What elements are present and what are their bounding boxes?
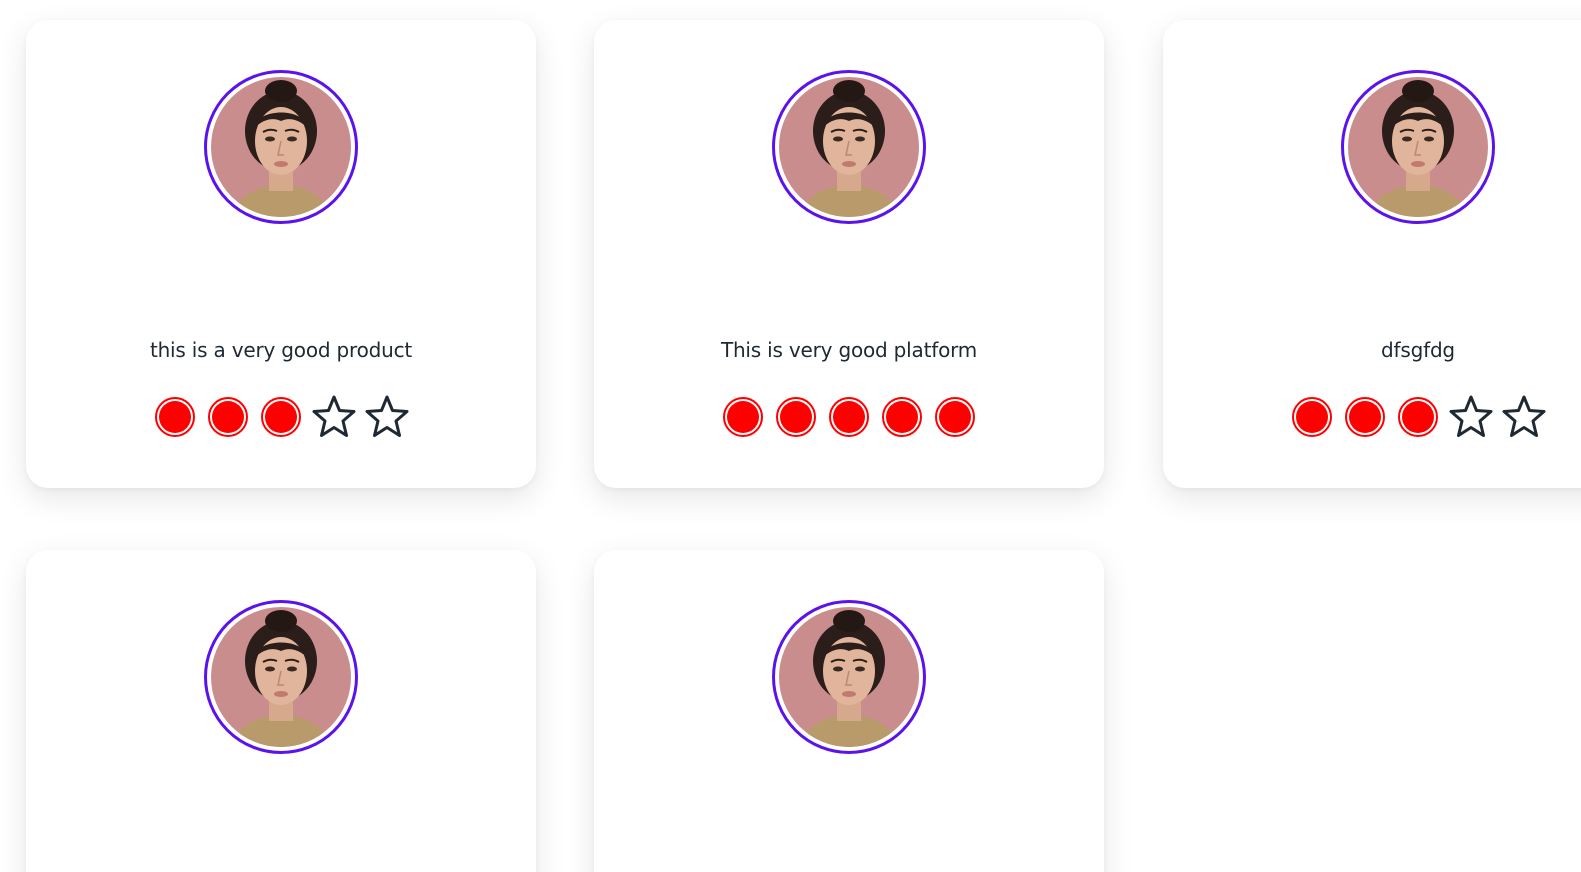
rating-filled-icon[interactable] (204, 392, 253, 442)
review-card (594, 550, 1104, 872)
rating-filled-icon[interactable] (825, 392, 874, 442)
star-outline-icon[interactable] (1500, 392, 1549, 442)
review-card (26, 550, 536, 872)
review-card: dfsgfdg (1163, 20, 1581, 488)
rating-filled-icon[interactable] (1288, 392, 1337, 442)
reviewer-avatar (204, 70, 358, 224)
star-outline-icon[interactable] (310, 392, 359, 442)
review-text: this is a very good product (149, 338, 413, 362)
rating-filled-icon[interactable] (1341, 392, 1390, 442)
rating-filled-icon[interactable] (931, 392, 980, 442)
reviewer-avatar (204, 600, 358, 754)
rating (594, 392, 1104, 442)
review-text: This is very good platform (720, 338, 978, 362)
reviewer-avatar (1341, 70, 1495, 224)
rating-filled-icon[interactable] (772, 392, 821, 442)
reviewer-avatar (772, 600, 926, 754)
star-outline-icon[interactable] (1447, 392, 1496, 442)
rating (1163, 392, 1581, 442)
reviews-page: this is a very good product This is very… (0, 0, 1581, 872)
review-text: dfsgfdg (1381, 338, 1455, 362)
review-card: This is very good platform (594, 20, 1104, 488)
rating-filled-icon[interactable] (878, 392, 927, 442)
star-outline-icon[interactable] (363, 392, 412, 442)
rating-filled-icon[interactable] (257, 392, 306, 442)
rating (26, 392, 536, 442)
reviewer-avatar (772, 70, 926, 224)
review-card: this is a very good product (26, 20, 536, 488)
rating-filled-icon[interactable] (151, 392, 200, 442)
rating-filled-icon[interactable] (1394, 392, 1443, 442)
rating-filled-icon[interactable] (719, 392, 768, 442)
